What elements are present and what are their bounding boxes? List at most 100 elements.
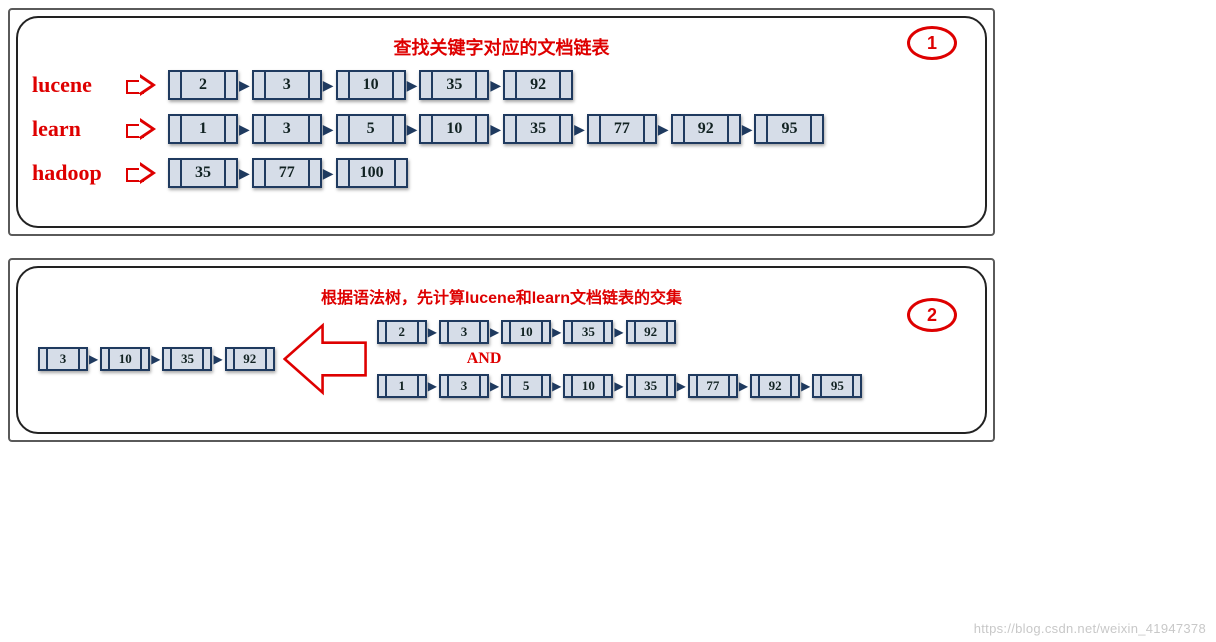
doc-chain: 35 ▶ 77 ▶ 100 xyxy=(168,158,408,188)
chain-link-icon: ▶ xyxy=(238,77,252,94)
node-cap xyxy=(503,376,511,396)
node-cap xyxy=(475,116,487,142)
operand-a-chain: 2▶3▶10▶35▶92 xyxy=(377,320,863,344)
doc-id: 77 xyxy=(601,116,643,142)
chain-link-icon: ▶ xyxy=(657,121,671,138)
doc-id: 35 xyxy=(182,160,224,186)
keyword-label: lucene xyxy=(32,72,126,98)
doc-id: 3 xyxy=(449,376,479,396)
node-cap xyxy=(603,322,611,342)
doc-node: 35 xyxy=(419,70,489,100)
doc-node: 77 xyxy=(252,158,322,188)
node-cap xyxy=(417,322,425,342)
doc-id: 92 xyxy=(636,322,666,342)
node-cap xyxy=(379,376,387,396)
keyword-label: learn xyxy=(32,116,126,142)
node-cap xyxy=(308,72,320,98)
node-cap xyxy=(224,72,236,98)
doc-id: 10 xyxy=(511,322,541,342)
doc-id: 3 xyxy=(48,349,78,369)
doc-node: 3 xyxy=(439,320,489,344)
panel-2: 根据语法树，先计算lucene和learn文档链表的交集 2 3▶10▶35▶9… xyxy=(16,266,987,434)
doc-node: 77 xyxy=(587,114,657,144)
step-badge-1: 1 xyxy=(907,26,957,60)
chain-link-icon: ▶ xyxy=(489,121,503,138)
chain-link-icon: ▶ xyxy=(551,325,563,339)
chain-link-icon: ▶ xyxy=(406,77,420,94)
operator-label: AND xyxy=(377,350,863,368)
doc-node: 95 xyxy=(812,374,862,398)
node-cap xyxy=(202,349,210,369)
node-cap xyxy=(673,116,685,142)
doc-node: 92 xyxy=(503,70,573,100)
node-cap xyxy=(541,322,549,342)
node-cap xyxy=(254,72,266,98)
panel-1-container: 查找关键字对应的文档链表 1 lucene2▶3▶10▶35▶92learn1▶… xyxy=(8,8,995,236)
pointer-arrow-icon xyxy=(126,163,160,183)
node-cap xyxy=(628,322,636,342)
doc-id: 35 xyxy=(573,322,603,342)
chain-link-icon: ▶ xyxy=(322,165,336,182)
doc-node: 10 xyxy=(563,374,613,398)
chain-link-icon: ▶ xyxy=(238,165,252,182)
node-cap xyxy=(254,160,266,186)
chain-link-icon: ▶ xyxy=(427,379,439,393)
node-cap xyxy=(394,160,406,186)
doc-node: 92 xyxy=(750,374,800,398)
node-cap xyxy=(265,349,273,369)
watermark-text: https://blog.csdn.net/weixin_41947378 xyxy=(974,621,1206,636)
doc-node: 92 xyxy=(671,114,741,144)
node-cap xyxy=(756,116,768,142)
doc-id: 92 xyxy=(685,116,727,142)
node-cap xyxy=(541,376,549,396)
chain-link-icon: ▶ xyxy=(738,379,750,393)
node-cap xyxy=(140,349,148,369)
doc-id: 10 xyxy=(433,116,475,142)
doc-id: 35 xyxy=(517,116,559,142)
doc-id: 77 xyxy=(266,160,308,186)
doc-id: 92 xyxy=(517,72,559,98)
node-cap xyxy=(589,116,601,142)
node-cap xyxy=(666,322,674,342)
panel-1: 查找关键字对应的文档链表 1 lucene2▶3▶10▶35▶92learn1▶… xyxy=(16,16,987,228)
node-cap xyxy=(170,72,182,98)
node-cap xyxy=(392,116,404,142)
chain-link-icon: ▶ xyxy=(676,379,688,393)
doc-chain: 2▶3▶10▶35▶92 xyxy=(168,70,573,100)
keyword-row: learn1▶3▶5▶10▶35▶77▶92▶95 xyxy=(32,114,971,144)
doc-id: 3 xyxy=(266,116,308,142)
chain-link-icon: ▶ xyxy=(88,352,100,366)
doc-node: 3 xyxy=(38,347,88,371)
node-cap xyxy=(505,116,517,142)
node-cap xyxy=(603,376,611,396)
chain-link-icon: ▶ xyxy=(613,325,625,339)
node-cap xyxy=(503,322,511,342)
node-cap xyxy=(565,376,573,396)
panel-2-container: 根据语法树，先计算lucene和learn文档链表的交集 2 3▶10▶35▶9… xyxy=(8,258,995,442)
chain-link-icon: ▶ xyxy=(800,379,812,393)
node-cap xyxy=(666,376,674,396)
node-cap xyxy=(170,116,182,142)
node-cap xyxy=(559,116,571,142)
chain-link-icon: ▶ xyxy=(322,77,336,94)
step-badge-2: 2 xyxy=(907,298,957,332)
panel-1-title: 查找关键字对应的文档链表 xyxy=(32,34,971,60)
doc-node: 3 xyxy=(252,70,322,100)
node-cap xyxy=(559,72,571,98)
doc-node: 92 xyxy=(626,320,676,344)
node-cap xyxy=(338,116,350,142)
node-cap xyxy=(227,349,235,369)
doc-node: 1 xyxy=(377,374,427,398)
node-cap xyxy=(164,349,172,369)
node-cap xyxy=(479,376,487,396)
node-cap xyxy=(475,72,487,98)
doc-node: 10 xyxy=(336,70,406,100)
keyword-label: hadoop xyxy=(32,160,126,186)
node-cap xyxy=(690,376,698,396)
doc-id: 1 xyxy=(387,376,417,396)
node-cap xyxy=(308,116,320,142)
keyword-rows: lucene2▶3▶10▶35▶92learn1▶3▶5▶10▶35▶77▶92… xyxy=(32,70,971,188)
node-cap xyxy=(727,116,739,142)
node-cap xyxy=(810,116,822,142)
doc-id: 100 xyxy=(350,160,394,186)
